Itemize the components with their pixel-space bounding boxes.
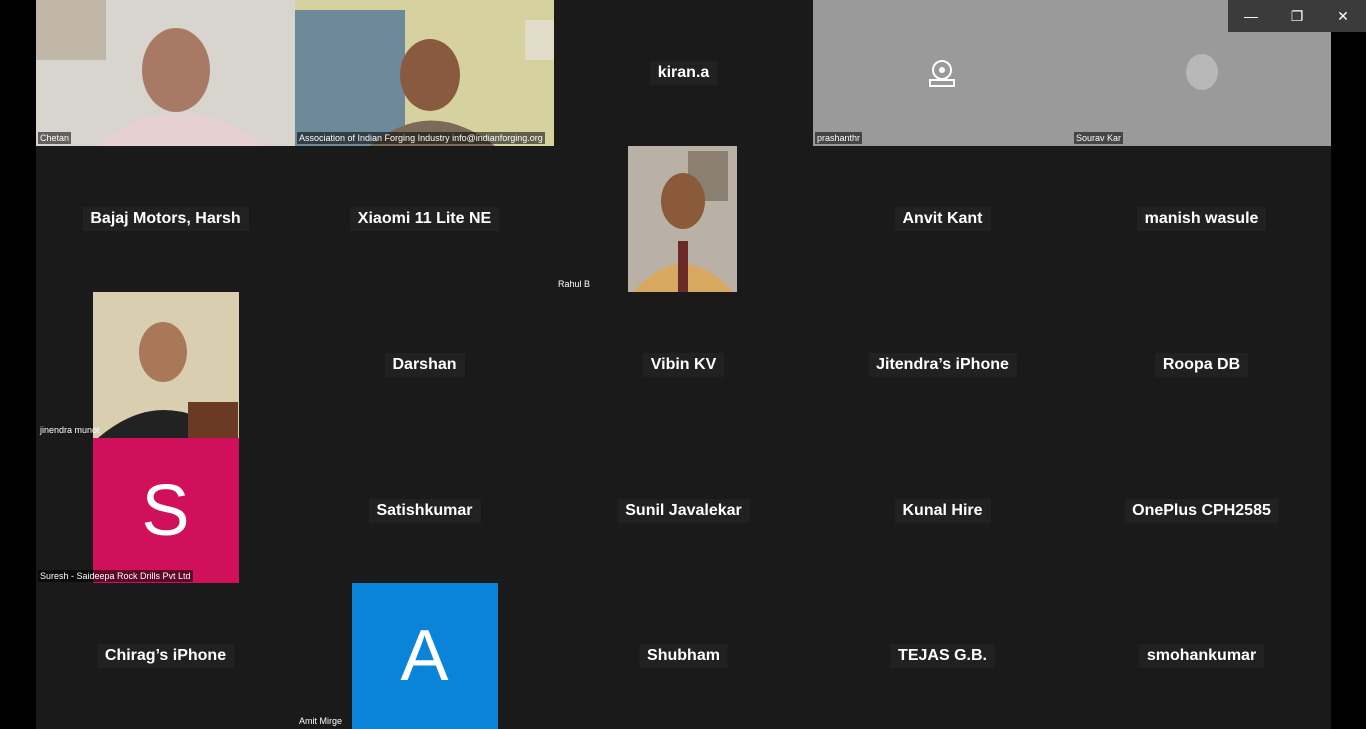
video-tile-amit[interactable]: A Amit Mirge	[295, 583, 554, 729]
avatar-letter: S	[141, 471, 190, 551]
participant-video	[92, 292, 239, 438]
video-tile-oneplus[interactable]: OnePlus CPH2585	[1072, 438, 1331, 584]
video-tile-chetan[interactable]: Chetan	[36, 0, 295, 146]
camera-off-icon	[929, 60, 955, 87]
participant-name: Shubham	[639, 644, 728, 668]
window-controls: — ❐ ✕	[1228, 0, 1366, 32]
participant-name: Roopa DB	[1155, 353, 1248, 377]
video-tile-prashanthr[interactable]: prashanthr	[813, 0, 1072, 146]
participant-name: Anvit Kant	[895, 207, 991, 231]
minimize-button[interactable]: —	[1228, 0, 1274, 32]
participant-name: Association of Indian Forging Industry i…	[297, 132, 545, 144]
participant-name: TEJAS G.B.	[890, 644, 995, 668]
participant-name: Suresh - Saideepa Rock Drills Pvt Ltd	[38, 570, 193, 582]
participant-name: Kunal Hire	[894, 499, 990, 523]
participant-name: OnePlus CPH2585	[1124, 499, 1279, 523]
video-tile-tejas[interactable]: TEJAS G.B.	[813, 583, 1072, 729]
video-tile-suresh[interactable]: S Suresh - Saideepa Rock Drills Pvt Ltd	[36, 438, 295, 584]
video-tile-kiran[interactable]: kiran.a	[554, 0, 813, 146]
participant-name: Chirag’s iPhone	[97, 644, 234, 668]
video-tile-darshan[interactable]: Darshan	[295, 292, 554, 438]
meeting-gallery: Chetan Association of Indian Forging Ind…	[0, 0, 1366, 729]
video-tile-roopa[interactable]: Roopa DB	[1072, 292, 1331, 438]
video-tile-anvit[interactable]: Anvit Kant	[813, 146, 1072, 292]
video-tile-jitendra[interactable]: Jitendra’s iPhone	[813, 292, 1072, 438]
video-tile-jinendra[interactable]: jinendra munot	[36, 292, 295, 438]
video-tile-aiia[interactable]: Association of Indian Forging Industry i…	[295, 0, 554, 146]
user-placeholder-icon	[1186, 54, 1218, 90]
avatar: S	[92, 438, 239, 584]
participant-name: Sunil Javalekar	[617, 499, 750, 523]
video-tile-kunal[interactable]: Kunal Hire	[813, 438, 1072, 584]
participant-name: Satishkumar	[368, 499, 480, 523]
video-tile-shubham[interactable]: Shubham	[554, 583, 813, 729]
participant-name: Amit Mirge	[299, 716, 343, 726]
participant-name: manish wasule	[1137, 207, 1267, 231]
video-tile-manish[interactable]: manish wasule	[1072, 146, 1331, 292]
participant-name: Sourav Kar	[1074, 132, 1124, 144]
video-tile-chirag[interactable]: Chirag’s iPhone	[36, 583, 295, 729]
participant-name: Jitendra’s iPhone	[868, 353, 1017, 377]
participant-name: jinendra munot	[40, 425, 100, 435]
participant-name: Rahul B	[558, 279, 591, 289]
participant-video	[628, 146, 737, 292]
avatar-letter: A	[400, 616, 449, 696]
close-button[interactable]: ✕	[1320, 0, 1366, 32]
participant-name: prashanthr	[815, 132, 863, 144]
participant-name: Xiaomi 11 Lite NE	[350, 207, 499, 231]
video-tile-smohan[interactable]: smohankumar	[1072, 583, 1331, 729]
participant-name: Darshan	[384, 353, 464, 377]
participant-name: kiran.a	[650, 61, 718, 85]
participant-name: Bajaj Motors, Harsh	[82, 207, 248, 231]
video-tile-xiaomi[interactable]: Xiaomi 11 Lite NE	[295, 146, 554, 292]
participant-video	[295, 0, 554, 146]
participant-video	[36, 0, 295, 146]
restore-button[interactable]: ❐	[1274, 0, 1320, 32]
video-tile-sunil[interactable]: Sunil Javalekar	[554, 438, 813, 584]
video-tile-bajaj[interactable]: Bajaj Motors, Harsh	[36, 146, 295, 292]
video-tile-vibin[interactable]: Vibin KV	[554, 292, 813, 438]
participant-name: smohankumar	[1139, 644, 1264, 668]
video-tile-satish[interactable]: Satishkumar	[295, 438, 554, 584]
avatar: A	[351, 583, 498, 729]
video-tile-rahul[interactable]: Rahul B	[554, 146, 813, 292]
participant-name: Chetan	[38, 132, 72, 144]
participant-name: Vibin KV	[643, 353, 725, 377]
